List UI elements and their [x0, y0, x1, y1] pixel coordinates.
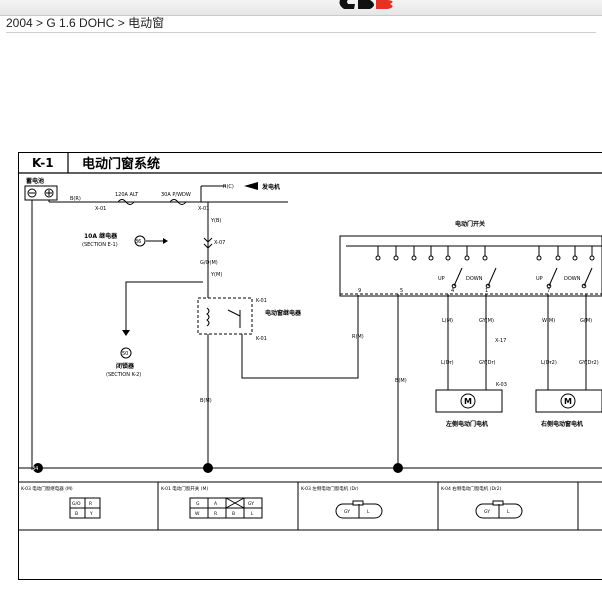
connector-1-cell: R	[89, 501, 92, 507]
connector-3-diagram: GY L	[335, 500, 383, 519]
wire-b-m2: B(M)	[395, 378, 407, 384]
fuse-120a: 120A ALT	[115, 192, 139, 198]
connector-2-cell: GY	[248, 501, 254, 507]
ground-34-text: 34	[32, 466, 38, 472]
wire-gy-dr2: GY(Dr2)	[579, 360, 599, 366]
connector-2-cell: R	[214, 511, 217, 517]
switch-contacts	[375, 246, 595, 289]
switch-label: 电动门开关	[455, 220, 485, 228]
wire-r-c: R(C)	[223, 184, 234, 190]
right-motor-label: 右侧电动窗电机	[540, 420, 583, 428]
wire-b-m: B(M)	[200, 398, 212, 404]
connector-3-cell: GY	[344, 509, 350, 515]
power-window-switch	[339, 235, 602, 297]
battery-symbol	[24, 185, 58, 201]
wire-l-dr: L(Dr)	[441, 360, 454, 366]
wire-b-r: B(R)	[70, 196, 81, 202]
wire-l-dr2: L(Dr2)	[541, 360, 557, 366]
wire-gy-m: GY(M)	[479, 318, 494, 324]
switch-up-right: UP	[536, 276, 543, 282]
switch-down-right: DOWN	[564, 276, 581, 282]
connector-x01a: X-01	[95, 206, 106, 212]
connector-x07: X-07	[214, 240, 225, 246]
window-relay-label: 电动窗继电器	[265, 309, 302, 317]
connector-2-diagram: G A GY W R B L	[189, 497, 263, 519]
ground-point-switch	[393, 463, 403, 473]
wiring-diagram: K-1 电动门窗系统 蓄电池 B(R) X-01 120A ALT 30A P/…	[18, 152, 602, 580]
pin-5: 5	[400, 288, 403, 294]
connector-caption-1: K-03 电动门窗继电器 (M)	[21, 485, 73, 492]
pin-9: 9	[358, 288, 361, 294]
connector-1-cell: B	[75, 511, 78, 517]
diagram-title: 电动门窗系统	[82, 156, 160, 172]
ignition-ref: (SECTION K-2)	[106, 372, 141, 378]
fuse-30a: 30A P/WDW	[161, 192, 191, 198]
relay-ref: (SECTION E-1)	[82, 242, 118, 248]
connector-caption-3: K-03 左侧电动门窗电机 (Dr)	[301, 485, 359, 492]
left-motor-label: 左侧电动门电机	[445, 420, 488, 428]
connector-1-cell: Y	[89, 511, 93, 517]
connector-4-cell: GY	[484, 509, 490, 515]
right-motor-symbol: M	[564, 397, 572, 406]
ground-point-relay	[203, 463, 213, 473]
connector-2-cell: G	[196, 501, 200, 507]
connector-1-cell: G/O	[72, 501, 81, 507]
connector-k01a: K-01	[256, 298, 267, 304]
connector-2-cell: B	[232, 511, 235, 517]
top-bar	[0, 0, 602, 16]
left-motor-symbol: M	[464, 397, 472, 406]
pin-4: 4	[451, 288, 454, 294]
wire-r-m: R(M)	[352, 334, 364, 340]
connector-x17: X-17	[495, 338, 506, 344]
wire-gy-dr: GY(Dr)	[479, 360, 496, 366]
breadcrumb[interactable]: 2004 > G 1.6 DOHC > 电动窗	[6, 15, 596, 33]
connector-4-diagram: GY L	[475, 500, 523, 519]
connector-k01b: K-01	[256, 336, 267, 342]
wire-y-m: Y(M)	[210, 272, 222, 278]
battery-label: 蓄电池	[26, 177, 44, 185]
pin-7: 7	[547, 288, 550, 294]
wire-g-om: G/O(M)	[200, 260, 218, 266]
badge-36-text: 36	[135, 239, 141, 245]
brand-logo	[339, 0, 393, 9]
pin-1: 1	[485, 288, 488, 294]
diagram-code: K-1	[32, 156, 54, 170]
wire-w-m: W(M)	[542, 318, 555, 324]
switch-up-left: UP	[438, 276, 445, 282]
wire-g-m: G(M)	[580, 318, 592, 324]
switch-down-left: DOWN	[466, 276, 483, 282]
generator-label: 发电机	[261, 183, 280, 191]
connector-caption-2: K-01 电动门窗开关 (M)	[161, 485, 208, 492]
connector-k03: K-03	[496, 382, 507, 388]
connector-1-diagram: G/O R B Y	[69, 497, 101, 519]
connector-caption-4: K-04 右侧电动门窗电机 (Dr2)	[441, 485, 502, 492]
connector-2-cell: W	[195, 511, 200, 517]
ignition-label: 闭锁器	[116, 362, 135, 370]
window-relay	[197, 297, 253, 335]
wire-l-m: L(M)	[442, 318, 453, 324]
wire-y-b: Y(B)	[210, 218, 221, 224]
relay-label: 10A 继电器	[84, 232, 118, 240]
badge-50-text: 50	[122, 351, 128, 357]
